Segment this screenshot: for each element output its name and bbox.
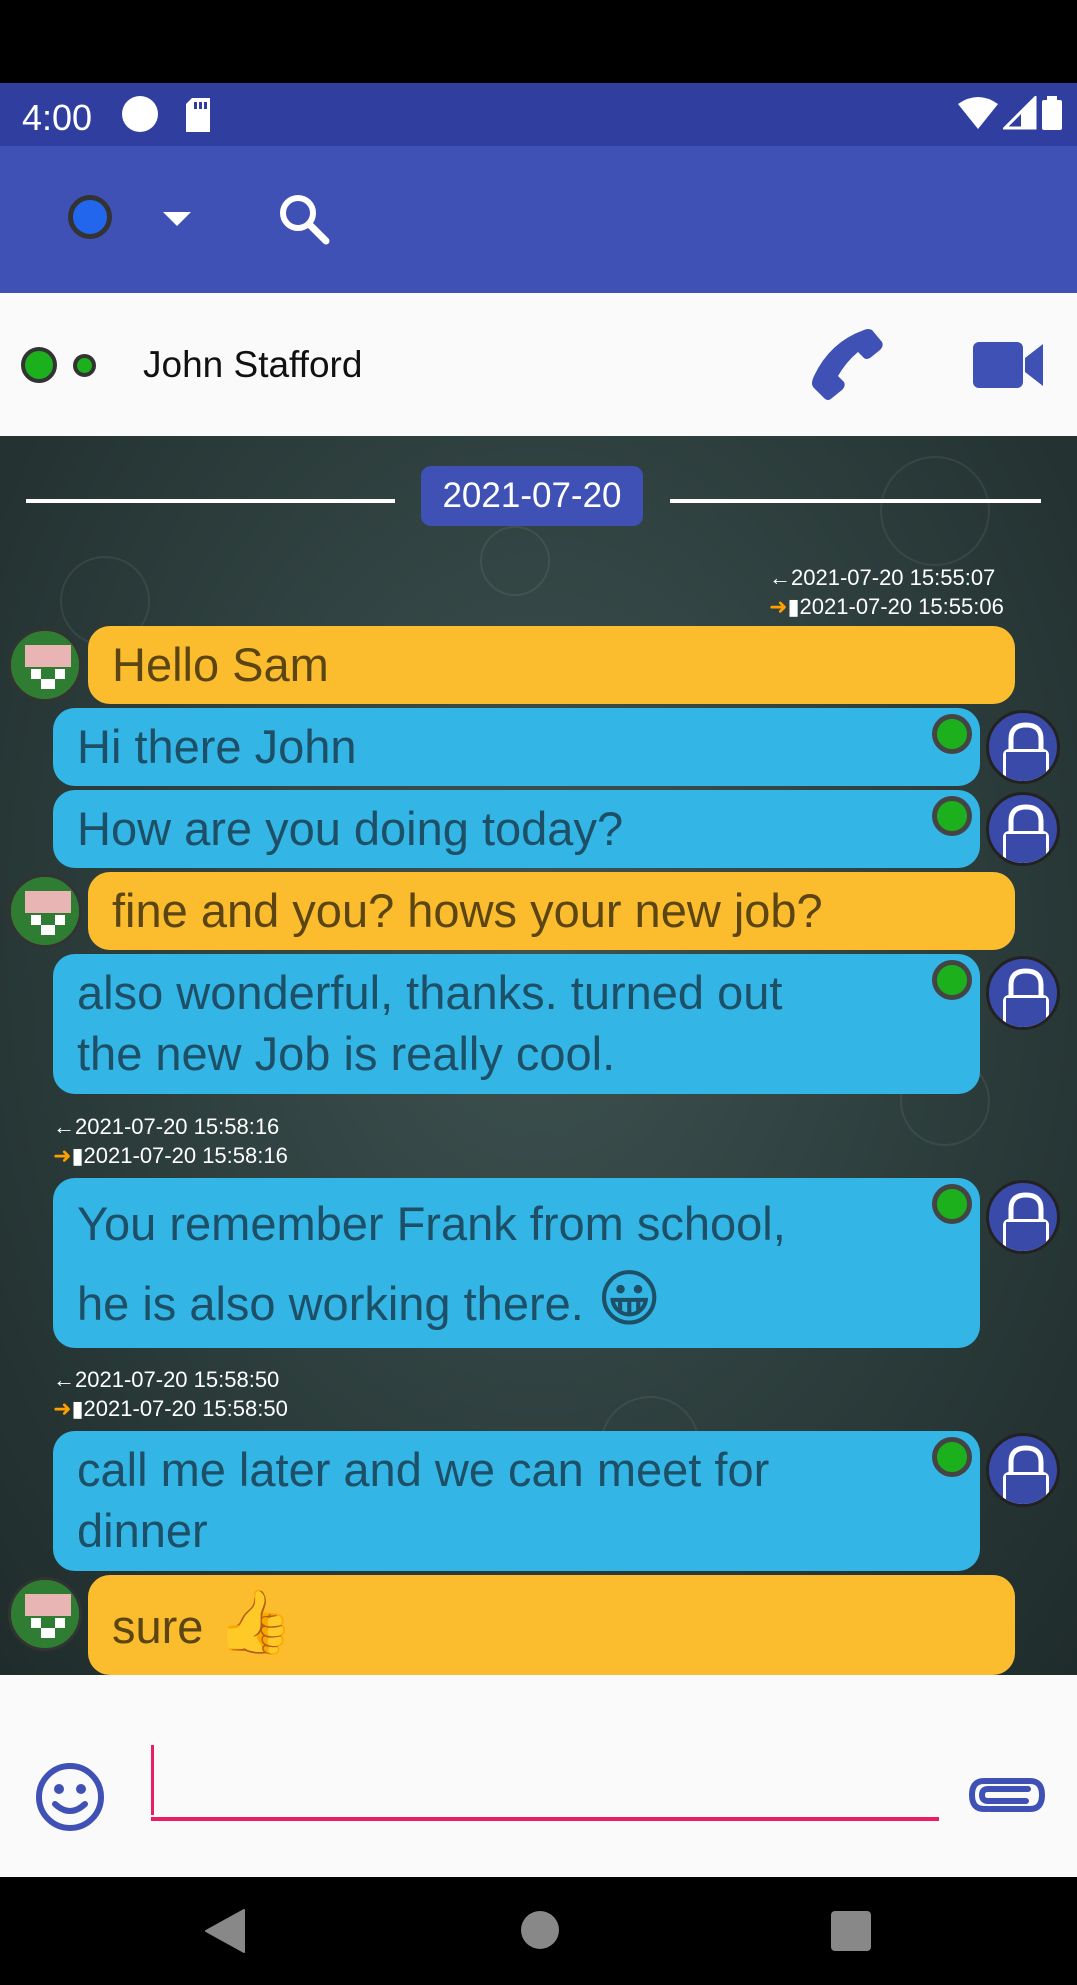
chat-message-list[interactable]: 2021-07-20 ←2021-07-20 15:55:07 ➜▮2021-0… [0,436,1077,1675]
lock-avatar-icon[interactable] [986,956,1060,1030]
status-time: 4:00 [22,97,93,138]
thumbs-up-emoji-icon: 👍 [216,1588,294,1657]
outgoing-message[interactable]: You remember Frank from school, he is al… [53,1178,980,1348]
notification-dot-icon [122,96,158,132]
text-cursor [151,1745,154,1815]
background-doodle [480,526,550,596]
date-divider-right [670,499,1041,503]
device-icon: ▮ [71,1396,84,1421]
top-margin [0,0,1077,83]
system-navigation-bar [0,1877,1077,1985]
contact-name[interactable]: John Stafford [143,344,362,386]
search-icon[interactable] [278,193,330,245]
cell-signal-icon [1000,94,1037,130]
device-icon: ▮ [71,1143,84,1168]
device-icon: ▮ [787,594,800,619]
pixel-avatar-icon [11,631,79,699]
phone-call-icon[interactable] [810,328,884,402]
lock-avatar-icon[interactable] [986,1433,1060,1507]
lock-avatar-icon[interactable] [986,710,1060,784]
received-arrow-icon: ← [53,1114,75,1139]
delivered-status-icon [932,714,972,754]
incoming-message[interactable]: sure 👍 [88,1575,1015,1675]
presence-status-button[interactable] [68,195,112,239]
app-toolbar [0,146,1077,293]
contact-connection-indicator [73,354,96,377]
background-doodle [880,456,990,566]
date-divider-left [26,499,395,503]
message-timestamp: ←2021-07-20 15:58:16 ➜▮2021-07-20 15:58:… [53,1114,288,1168]
message-input[interactable] [151,1745,939,1821]
outgoing-message[interactable]: How are you doing today? [53,790,980,868]
message-timestamp: ←2021-07-20 15:55:07 ➜▮2021-07-20 15:55:… [769,565,1004,619]
contact-avatar[interactable] [8,628,82,702]
received-arrow-icon: ← [53,1367,75,1392]
delivered-status-icon [932,796,972,836]
wifi-icon [958,97,999,129]
delivered-status-icon [932,960,972,1000]
received-arrow-icon: ← [769,565,791,590]
pixel-avatar-icon [11,877,79,945]
lock-avatar-icon[interactable] [986,1180,1060,1254]
pixel-avatar-icon [11,1580,79,1648]
delivered-status-icon [932,1184,972,1224]
contact-avatar[interactable] [8,1577,82,1651]
battery-icon [1042,96,1062,130]
outgoing-message[interactable]: call me later and we can meet for dinner [53,1431,980,1571]
sent-arrow-icon: ➜ [53,1143,72,1168]
incoming-message[interactable]: fine and you? hows your new job? [88,872,1015,950]
attachment-icon[interactable] [966,1773,1048,1817]
delivered-status-icon [932,1437,972,1477]
incoming-message[interactable]: Hello Sam [88,626,1015,704]
recents-icon[interactable] [831,1911,871,1951]
sd-card-icon [186,98,210,132]
message-timestamp: ←2021-07-20 15:58:50 ➜▮2021-07-20 15:58:… [53,1367,288,1421]
contact-avatar[interactable] [8,874,82,948]
lock-avatar-icon[interactable] [986,792,1060,866]
dropdown-arrow-icon[interactable] [163,212,191,226]
back-icon[interactable] [204,1908,246,1954]
home-icon[interactable] [521,1911,559,1949]
date-separator: 2021-07-20 [421,466,643,526]
outgoing-message[interactable]: also wonderful, thanks. turned out the n… [53,954,980,1094]
emoji-picker-icon[interactable] [35,1762,105,1832]
video-call-icon[interactable] [973,340,1045,390]
sent-arrow-icon: ➜ [53,1396,72,1421]
status-bar: 4:00 [0,83,1077,146]
contact-online-indicator [21,347,57,383]
grinning-emoji-icon: 😀 [596,1265,662,1334]
outgoing-message[interactable]: Hi there John [53,708,980,786]
status-icons [958,94,1063,130]
sent-arrow-icon: ➜ [769,594,788,619]
